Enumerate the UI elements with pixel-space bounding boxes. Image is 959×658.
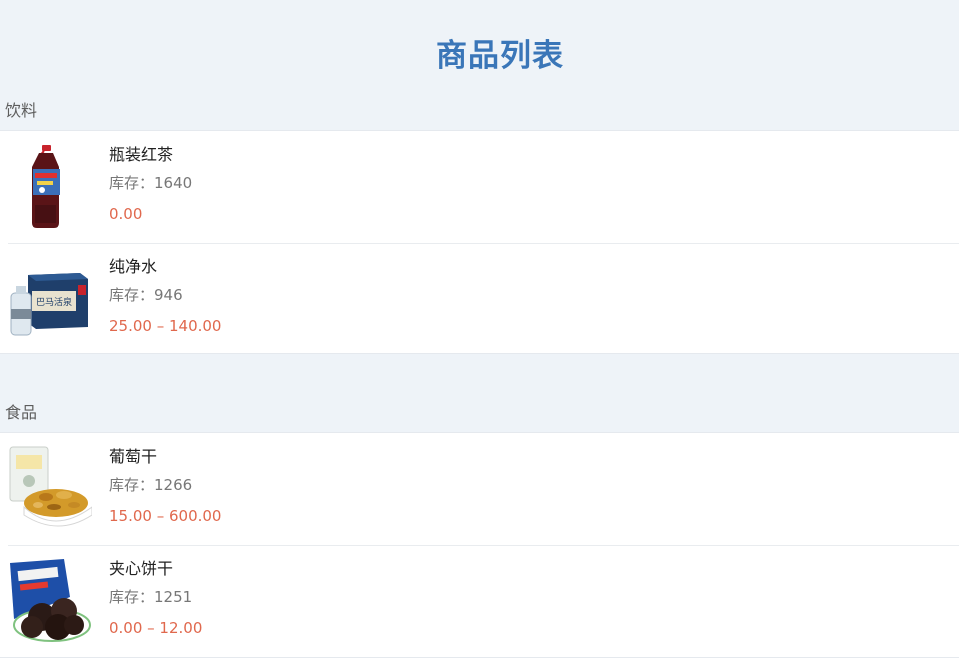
section-label-food: 食品 bbox=[5, 403, 38, 422]
product-price: 25.00 – 140.00 bbox=[109, 317, 222, 335]
product-item-raisins[interactable]: 葡萄干 库存：1266 15.00 – 600.00 bbox=[0, 433, 959, 545]
product-stock: 库存：1640 bbox=[109, 174, 193, 192]
page-title: 商品列表 bbox=[436, 38, 564, 74]
product-name: 纯净水 bbox=[109, 257, 158, 276]
box-brand-text: 巴马活泉 bbox=[36, 296, 72, 308]
section-label-drinks: 饮料 bbox=[5, 101, 38, 120]
product-stock: 库存：946 bbox=[109, 286, 183, 304]
product-list-page: 商品列表 饮料 瓶装红茶 库存：1640 0.00 巴马活泉 纯净水 库存：94… bbox=[0, 0, 959, 658]
product-name: 夹心饼干 bbox=[109, 559, 174, 578]
product-item-sandwich-cookies[interactable]: 夹心饼干 库存：1251 0.00 – 12.00 bbox=[0, 545, 959, 657]
product-item-water[interactable]: 巴马活泉 纯净水 库存：946 25.00 – 140.00 bbox=[0, 243, 959, 355]
raisins-image bbox=[8, 445, 92, 533]
product-price: 0.00 – 12.00 bbox=[109, 619, 203, 637]
product-stock: 库存：1251 bbox=[109, 588, 193, 606]
product-stock: 库存：1266 bbox=[109, 476, 193, 494]
product-name: 瓶装红茶 bbox=[109, 145, 174, 164]
section-list-food: 葡萄干 库存：1266 15.00 – 600.00 夹心饼干 库存：1251 … bbox=[0, 432, 959, 658]
product-price: 15.00 – 600.00 bbox=[109, 507, 222, 525]
product-price: 0.00 bbox=[109, 205, 143, 223]
sandwich-cookies-image bbox=[8, 557, 92, 645]
bottled-tea-image bbox=[8, 143, 92, 231]
product-name: 葡萄干 bbox=[109, 447, 158, 466]
product-item-bottled-tea[interactable]: 瓶装红茶 库存：1640 0.00 bbox=[0, 131, 959, 243]
section-list-drinks: 瓶装红茶 库存：1640 0.00 巴马活泉 纯净水 库存：946 25.00 bbox=[0, 130, 959, 354]
water-box-image: 巴马活泉 bbox=[8, 255, 92, 343]
